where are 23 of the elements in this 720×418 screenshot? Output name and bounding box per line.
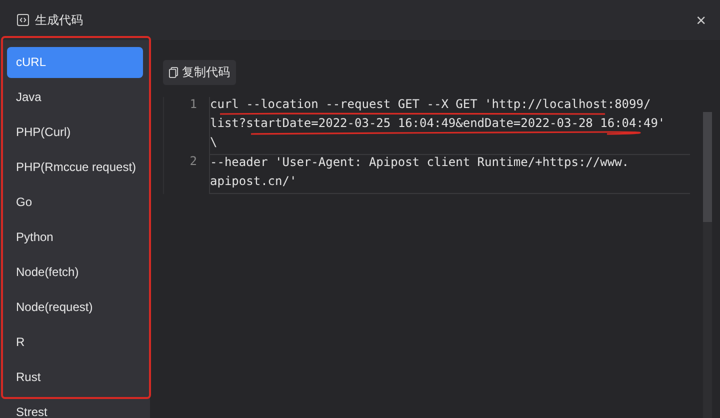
close-button[interactable]: × [692,12,710,28]
code-line: curl --location --request GET --X GET 'http://localhost:8099/ [210,97,651,112]
language-item[interactable]: PHP(Curl) [7,117,143,152]
code-line: list?startDate=2022-03-25 16:04:49&endDate=2022-03-28 16:04:49' [210,116,666,131]
line-number: 2 [188,154,198,169]
language-item[interactable]: Node(request) [7,292,143,327]
language-item[interactable]: Rust [7,362,143,397]
language-item[interactable]: Go [7,187,143,222]
language-item[interactable]: Node(fetch) [7,257,143,292]
code-line: --header 'User-Agent: Apipost client Runtime/+https://www. [210,155,630,170]
language-item[interactable]: R [7,327,143,362]
line-number: 1 [188,97,198,112]
code-line: apipost.cn/' [210,174,297,189]
language-item[interactable]: Java [7,82,143,117]
language-item[interactable]: PHP(Rmccue request) [7,152,143,187]
language-item[interactable]: Python [7,222,143,257]
language-item[interactable]: Strest [7,397,143,418]
code-icon [17,14,29,26]
code-line: \ [210,135,218,150]
copy-icon [169,67,178,78]
dialog-title: 生成代码 [35,12,84,28]
copy-code-button[interactable]: 复制代码 [163,60,236,85]
language-item[interactable]: cURL [7,47,143,78]
